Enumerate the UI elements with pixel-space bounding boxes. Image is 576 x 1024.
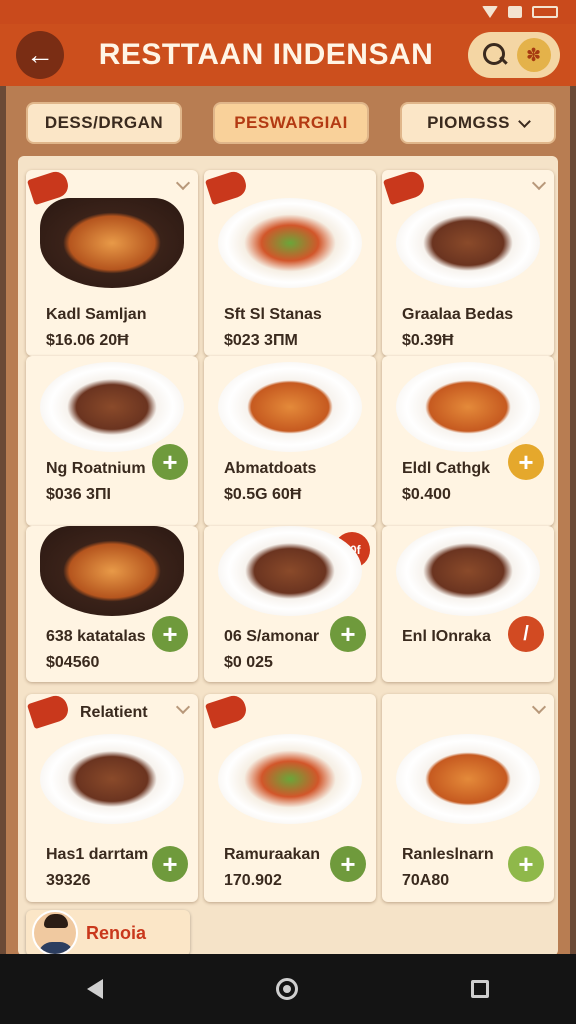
menu-item-name: Graalaa Bedas bbox=[402, 306, 514, 323]
food-image bbox=[218, 734, 362, 824]
filter-bar: DESS/DRGAN PESWARGIAI PIOMGSS bbox=[26, 102, 556, 146]
search-icon[interactable] bbox=[478, 39, 510, 71]
menu-item-price: 39326 bbox=[46, 872, 91, 889]
food-image bbox=[218, 526, 362, 616]
back-icon[interactable] bbox=[86, 979, 103, 999]
add-button[interactable]: + bbox=[330, 616, 366, 652]
menu-item-name: Abmatdoats bbox=[224, 460, 317, 477]
menu-card[interactable]: Enl IOnraka / bbox=[382, 526, 554, 682]
ribbon-badge bbox=[382, 170, 428, 206]
menu-item-price: $04560 bbox=[46, 654, 100, 671]
menu-item-price: $16.06 20Ħ bbox=[46, 332, 129, 349]
menu-item-price: $0.39Ħ bbox=[402, 332, 454, 349]
menu-item-price: $0 025 bbox=[224, 654, 273, 671]
remove-button[interactable]: / bbox=[508, 616, 544, 652]
battery-icon bbox=[532, 6, 558, 18]
menu-card[interactable]: Sft Sl Stanas $023 3ΠM bbox=[204, 170, 376, 356]
food-image bbox=[40, 198, 184, 288]
add-button[interactable]: + bbox=[152, 846, 188, 882]
back-button[interactable]: ← bbox=[16, 31, 64, 79]
main-content: DESS/DRGAN PESWARGIAI PIOMGSS Kadl Samlj… bbox=[6, 86, 570, 956]
food-image bbox=[218, 198, 362, 288]
arrow-left-icon: ← bbox=[26, 39, 54, 70]
filter-dropdown[interactable]: PIOMGSS bbox=[400, 102, 556, 144]
chevron-down-icon[interactable] bbox=[175, 175, 191, 191]
food-image bbox=[40, 362, 184, 452]
food-image bbox=[40, 526, 184, 616]
menu-card[interactable]: Ramuraakan 170.902 + bbox=[204, 694, 376, 902]
menu-item-name: 638 katatalas bbox=[46, 628, 146, 645]
avatar bbox=[32, 910, 78, 956]
menu-item-name: Eldl Cathgk bbox=[402, 460, 491, 477]
chevron-down-icon[interactable] bbox=[175, 699, 191, 715]
menu-item-name: Ng Roatnium bbox=[46, 460, 146, 477]
user-chip[interactable]: Renoia bbox=[26, 910, 190, 956]
wifi-icon bbox=[482, 6, 498, 18]
food-image bbox=[396, 734, 540, 824]
menu-card[interactable]: Eldl Cathgk $0.400 + bbox=[382, 356, 554, 526]
food-image bbox=[396, 362, 540, 452]
ribbon-badge bbox=[204, 170, 250, 206]
add-button[interactable]: + bbox=[152, 444, 188, 480]
chevron-down-icon[interactable] bbox=[531, 175, 547, 191]
ribbon-badge bbox=[204, 694, 250, 730]
category-label: Relatient bbox=[80, 704, 148, 721]
food-image bbox=[40, 734, 184, 824]
menu-card[interactable]: Kadl Samljan $16.06 20Ħ bbox=[26, 170, 198, 356]
menu-item-price: $0.400 bbox=[402, 486, 451, 503]
food-image bbox=[218, 362, 362, 452]
add-button[interactable]: + bbox=[508, 846, 544, 882]
status-bar bbox=[0, 0, 576, 24]
food-image bbox=[396, 198, 540, 288]
menu-card[interactable]: 00f 06 S/amonar $0 025 + bbox=[204, 526, 376, 682]
header-actions: ✽ bbox=[468, 32, 560, 78]
menu-item-price: 170.902 bbox=[224, 872, 282, 889]
ribbon-badge bbox=[26, 694, 72, 730]
home-icon[interactable] bbox=[275, 978, 298, 1000]
menu-item-price: $023 3ΠM bbox=[224, 332, 298, 349]
menu-card[interactable]: Ng Roatnium $036 3ΠI + bbox=[26, 356, 198, 526]
menu-item-name: 06 S/amonar bbox=[224, 628, 320, 645]
badge-icon[interactable]: ✽ bbox=[516, 38, 551, 72]
page-title: RESTTAAN INDENSAN bbox=[98, 38, 434, 71]
menu-item-name: Kadl Samljan bbox=[46, 306, 147, 323]
food-image bbox=[396, 526, 540, 616]
chevron-down-icon bbox=[518, 114, 531, 128]
menu-card[interactable]: Graalaa Bedas $0.39Ħ bbox=[382, 170, 554, 356]
recent-apps-icon[interactable] bbox=[471, 980, 490, 998]
menu-card[interactable]: Abmatdoats $0.5G 60Ħ bbox=[204, 356, 376, 526]
menu-item-price: $0.5G 60Ħ bbox=[224, 486, 302, 503]
menu-card[interactable]: Relatient Has1 darrtam 39326 + bbox=[26, 694, 198, 902]
filter-chip-active[interactable]: PESWARGIAI bbox=[213, 102, 369, 144]
menu-item-price: 70A80 bbox=[402, 872, 450, 889]
filter-chip[interactable]: DESS/DRGAN bbox=[26, 102, 182, 144]
system-nav-bar bbox=[0, 954, 576, 1024]
menu-item-name: Enl IOnraka bbox=[402, 628, 491, 645]
menu-item-name: Ranleslnarn bbox=[402, 846, 494, 863]
chevron-down-icon[interactable] bbox=[531, 699, 547, 715]
add-button[interactable]: + bbox=[330, 846, 366, 882]
add-button[interactable]: + bbox=[152, 616, 188, 652]
filter-dropdown-label: PIOMGSS bbox=[427, 113, 510, 132]
signal-icon bbox=[508, 6, 522, 18]
menu-item-name: Ramuraakan bbox=[224, 846, 321, 863]
user-chip-label: Renoia bbox=[86, 922, 147, 943]
menu-grid: Kadl Samljan $16.06 20Ħ Sft Sl Stanas $0… bbox=[18, 156, 558, 956]
menu-item-name: Has1 darrtam bbox=[46, 846, 149, 863]
app-header: ← RESTTAAN INDENSAN ✽ bbox=[0, 24, 576, 86]
menu-card[interactable]: Ranleslnarn 70A80 + bbox=[382, 694, 554, 902]
menu-card[interactable]: 638 katatalas $04560 + bbox=[26, 526, 198, 682]
menu-item-price: $036 3ΠI bbox=[46, 486, 111, 503]
add-button[interactable]: + bbox=[508, 444, 544, 480]
menu-item-name: Sft Sl Stanas bbox=[224, 306, 322, 323]
